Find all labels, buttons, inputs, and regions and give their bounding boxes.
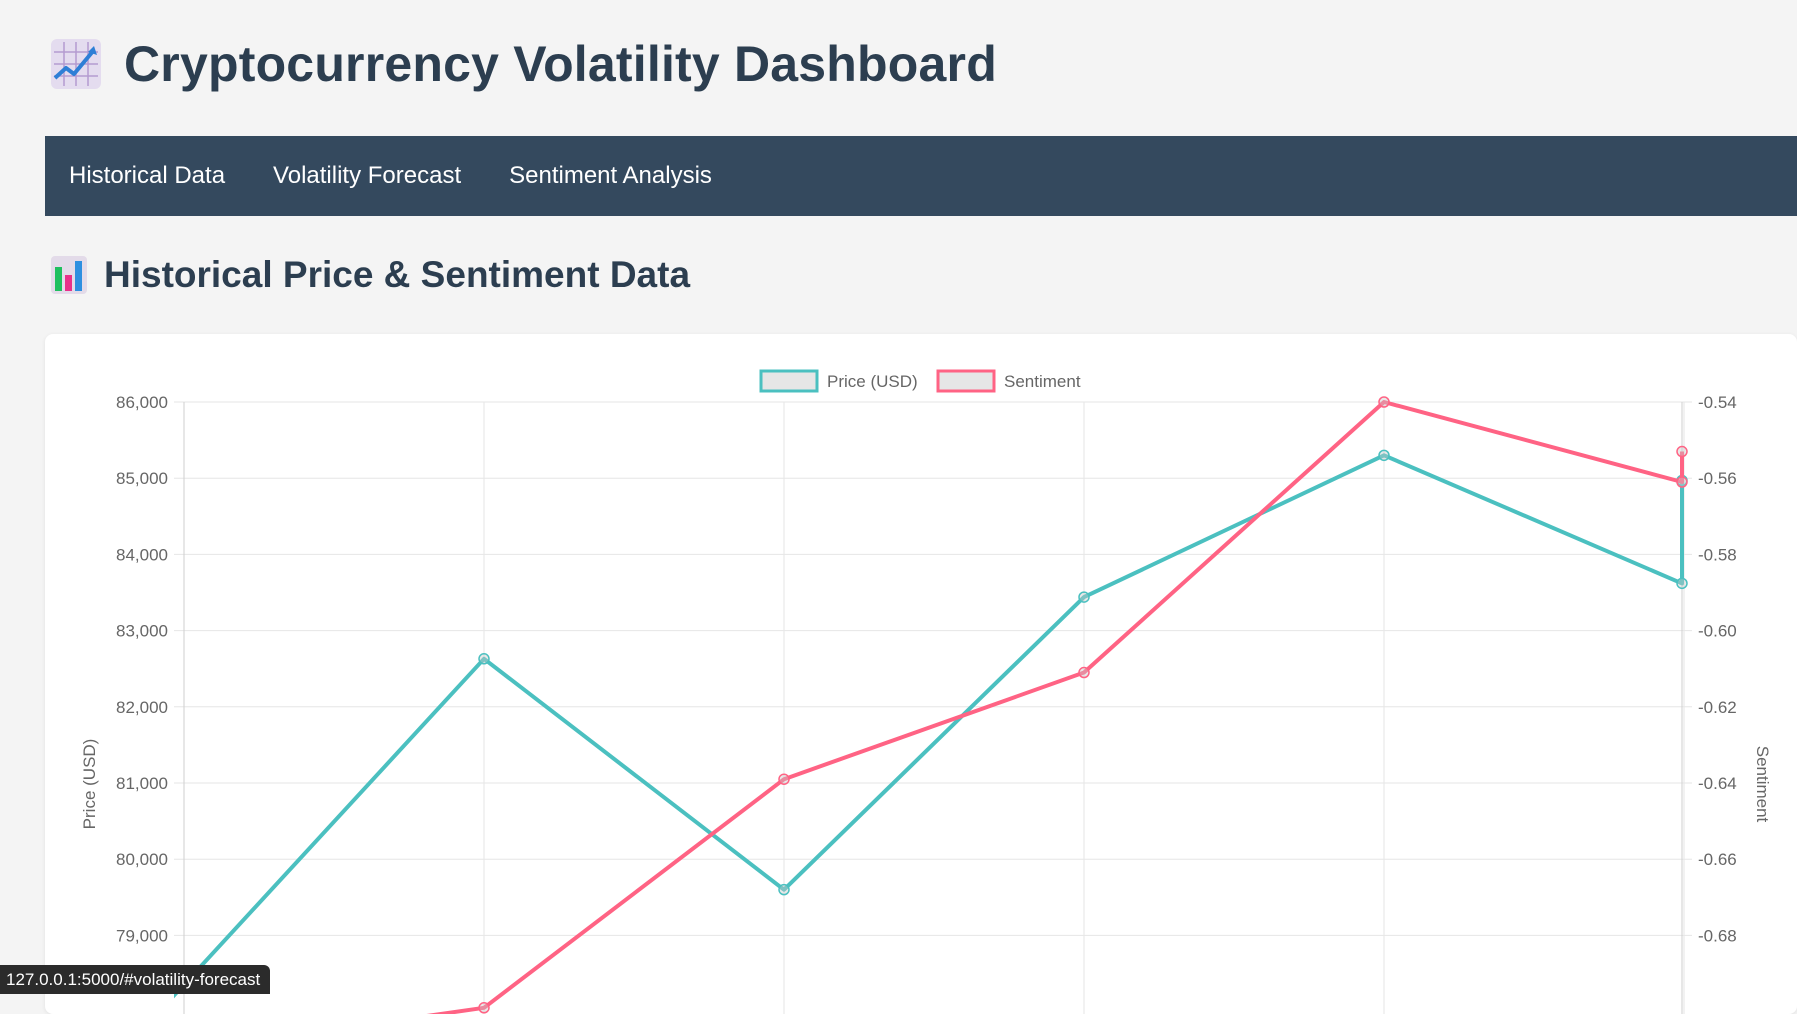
y-left-tick-label: 83,000 (116, 622, 168, 641)
data-point (1078, 666, 1090, 679)
data-point (1378, 449, 1390, 462)
legend-label: Price (USD) (827, 372, 918, 391)
data-point (1676, 476, 1688, 488)
y-left-axis-title: Price (USD) (80, 739, 99, 830)
y-right-axis-title: Sentiment (1753, 746, 1772, 823)
series-line (426, 400, 1684, 1014)
data-point (1676, 577, 1688, 590)
legend-swatch (936, 369, 996, 393)
series-line (174, 453, 1684, 999)
chart-card: 86,000 85,000 84,000 83,000 82,000 81,000 80,0… (45, 334, 1797, 1014)
y-left-tick-label: 84,000 (116, 545, 168, 564)
chart-increasing-icon (51, 39, 101, 89)
y-right-tick-label: -0.68 (1698, 926, 1737, 945)
y-right-tick-label: -0.56 (1698, 469, 1737, 488)
y-left-tick-label: 82,000 (116, 698, 168, 717)
y-right-tick-label: -0.62 (1698, 698, 1737, 717)
app-header: Cryptocurrency Volatility Dashboard (50, 28, 997, 100)
section-title: Historical Price & Sentiment Data (104, 254, 691, 295)
bar-chart-icon (51, 256, 87, 294)
data-point (478, 1002, 490, 1014)
data-point (1078, 591, 1090, 603)
y-right-tick-label: -0.64 (1698, 774, 1737, 793)
y-right-tick-label: -0.54 (1698, 393, 1737, 412)
nav-link-historical-data[interactable]: Historical Data (45, 136, 249, 216)
section-header: Historical Price & Sentiment Data (50, 250, 690, 300)
y-right-tick-label: -0.66 (1698, 850, 1737, 869)
y-left-tick-label: 79,000 (116, 926, 168, 945)
data-point (1378, 396, 1390, 408)
y-left-tick-label: 86,000 (116, 393, 168, 412)
y-left-tick-label: 85,000 (116, 469, 168, 488)
main-navbar: Historical Data Volatility Forecast Sent… (45, 136, 1797, 216)
data-point (478, 653, 490, 665)
status-url-tooltip: 127.0.0.1:5000/#volatility-forecast (0, 965, 271, 994)
legend-label: Sentiment (1004, 372, 1081, 391)
y-left-tick-label: 81,000 (116, 774, 168, 793)
nav-link-sentiment-analysis[interactable]: Sentiment Analysis (485, 136, 736, 216)
price-sentiment-chart: 86,000 85,000 84,000 83,000 82,000 81,000 80,0… (80, 369, 1772, 1014)
data-point (778, 773, 790, 785)
y-right-tick-label: -0.60 (1698, 622, 1737, 641)
nav-link-volatility-forecast[interactable]: Volatility Forecast (249, 136, 485, 216)
legend-swatch (759, 369, 819, 393)
y-left-tick-label: 80,000 (116, 850, 168, 869)
y-right-tick-label: -0.58 (1698, 545, 1737, 564)
data-point (778, 883, 790, 896)
page-title: Cryptocurrency Volatility Dashboard (124, 36, 997, 92)
data-point (1676, 445, 1688, 458)
